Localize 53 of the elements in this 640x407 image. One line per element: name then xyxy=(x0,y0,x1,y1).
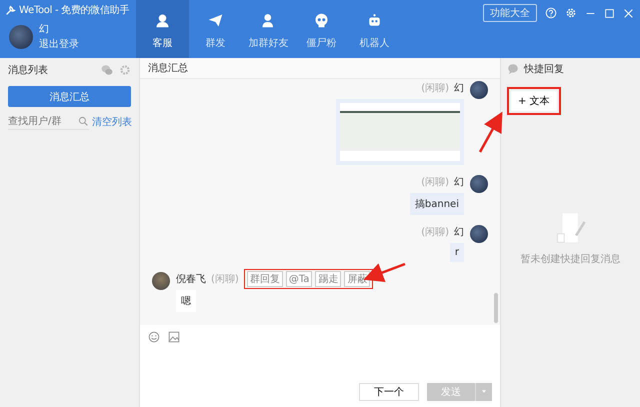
sender-name: 倪春飞 xyxy=(176,273,206,286)
action-button[interactable]: 群回复 xyxy=(246,271,283,287)
add-user-icon xyxy=(261,13,276,28)
chat-tag: (闲聊) xyxy=(421,225,449,239)
pane-title: 消息汇总 xyxy=(148,62,188,75)
message-bubble: 嗯 xyxy=(176,290,196,312)
clear-list-link[interactable]: 清空列表 xyxy=(92,114,132,128)
close-icon[interactable] xyxy=(623,8,634,18)
nav-tab[interactable]: 加群好友 xyxy=(242,0,295,58)
avatar xyxy=(470,225,488,243)
nav-tab[interactable]: 机器人 xyxy=(348,0,401,58)
sender-name: 幻 xyxy=(454,176,464,189)
avatar xyxy=(470,81,488,99)
sender-name: 幻 xyxy=(454,226,464,239)
account-name: 幻 xyxy=(39,23,50,36)
paper-plane-icon xyxy=(208,13,223,28)
action-button[interactable]: 屏蔽 xyxy=(344,271,370,287)
image-icon[interactable] xyxy=(168,331,180,343)
nav-tab[interactable]: 僵尸粉 xyxy=(295,0,348,58)
nav-tab[interactable]: 群发 xyxy=(189,0,242,58)
chat-tag: (闲聊) xyxy=(421,175,449,189)
list-title: 消息列表 xyxy=(8,64,49,77)
message-bubble: 搞bannei xyxy=(410,193,464,215)
avatar xyxy=(152,272,170,290)
search-icon[interactable] xyxy=(78,116,89,126)
nav-tab[interactable]: 客服 xyxy=(136,0,189,58)
message-bubble: r xyxy=(450,243,464,262)
scrollbar-thumb[interactable] xyxy=(494,293,498,323)
chat-bubble-icon xyxy=(507,63,519,75)
avatar xyxy=(9,24,33,48)
add-text-button[interactable]: + 文本 xyxy=(511,91,557,111)
help-icon[interactable] xyxy=(545,7,557,19)
skull-icon xyxy=(314,13,329,28)
annotation-arrow xyxy=(478,112,502,153)
wrench-icon xyxy=(5,4,16,16)
chat-tag: (闲聊) xyxy=(211,272,239,286)
next-button[interactable]: 下一个 xyxy=(359,383,419,401)
chat-bubbles-icon[interactable] xyxy=(101,64,113,76)
maximize-icon[interactable] xyxy=(604,8,615,18)
empty-message: 暂未创建快捷回复消息 xyxy=(520,252,620,266)
action-button[interactable]: 踢走 xyxy=(315,271,342,287)
panel-title: 快捷回复 xyxy=(524,62,564,76)
robot-icon xyxy=(367,13,382,28)
window-title: WeTool - 免费的微信助手 xyxy=(19,4,130,17)
chat-tag: (闲聊) xyxy=(421,81,449,95)
logout-link[interactable]: 退出登录 xyxy=(39,37,79,51)
avatar xyxy=(470,175,488,193)
emoji-icon[interactable] xyxy=(148,331,160,343)
action-button[interactable]: @Ta xyxy=(286,271,312,287)
feature-button[interactable]: 功能大全 xyxy=(483,4,537,22)
sender-name: 幻 xyxy=(454,82,464,95)
summary-button[interactable]: 消息汇总 xyxy=(8,86,131,107)
user-icon xyxy=(155,13,170,28)
